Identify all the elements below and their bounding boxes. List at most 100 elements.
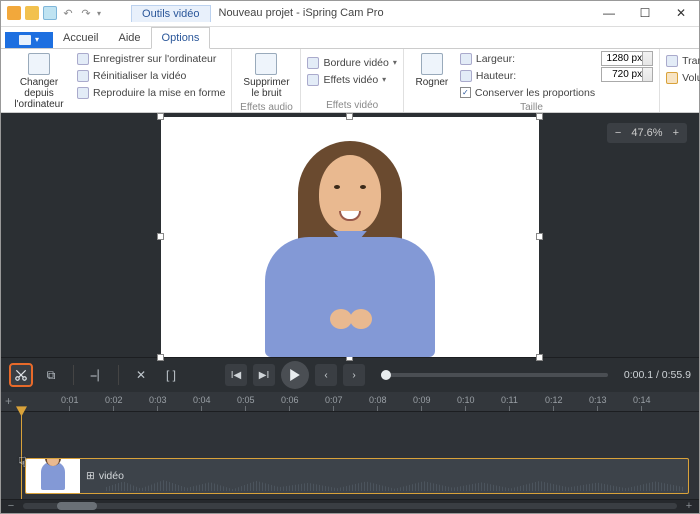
keep-ratio-label: Conserver les proportions: [475, 87, 595, 99]
ruler-tick: 0:13: [589, 395, 607, 405]
clip-label: vidéo: [99, 470, 124, 482]
ruler-tick: 0:11: [501, 395, 518, 405]
delete-tool-button[interactable]: ✕: [129, 363, 153, 387]
height-input[interactable]: 720 px: [601, 67, 653, 82]
copy-tool-button[interactable]: ⧉: [39, 363, 63, 387]
timeline-zoom-in[interactable]: +: [683, 500, 695, 512]
resize-handle[interactable]: [536, 113, 543, 120]
copy-format-button[interactable]: Reproduire la mise en forme: [77, 85, 225, 101]
time-ruler[interactable]: + 0:010:020:030:040:050:060:070:080:090:…: [1, 392, 699, 412]
clip-type-icon: ⊞: [86, 470, 95, 482]
crop-icon: [421, 53, 443, 75]
redo-icon[interactable]: ↷: [79, 6, 93, 20]
height-icon: [460, 70, 472, 82]
ruler-tick: 0:06: [281, 395, 299, 405]
play-button[interactable]: [281, 361, 309, 389]
keep-ratio-checkbox[interactable]: ✓: [460, 87, 471, 98]
change-from-computer-button[interactable]: Changer depuis l'ordinateur: [7, 51, 71, 112]
resize-handle[interactable]: [157, 113, 164, 120]
resize-handle[interactable]: [157, 233, 164, 240]
clip-thumbnail: [26, 459, 80, 493]
reset-icon: [77, 70, 89, 82]
qat-icon-3[interactable]: [43, 6, 57, 20]
replace-video-icon: [28, 53, 50, 75]
prev-frame-button[interactable]: I◀: [225, 364, 247, 386]
video-effects-button[interactable]: Effets vidéo▾: [307, 72, 396, 88]
maximize-button[interactable]: ☐: [627, 1, 663, 25]
width-input[interactable]: 1280 px: [601, 51, 653, 66]
ruler-tick: 0:01: [61, 395, 79, 405]
ruler-tick: 0:05: [237, 395, 255, 405]
ruler-tick: 0:02: [105, 395, 123, 405]
cut-tool-button[interactable]: [9, 363, 33, 387]
volume-icon: [666, 72, 678, 84]
time-display: 0:00.1 / 0:55.9: [624, 369, 691, 381]
split-tool-button[interactable]: [ ]: [159, 363, 183, 387]
resize-handle[interactable]: [536, 354, 543, 361]
close-button[interactable]: ✕: [663, 1, 699, 25]
ruler-tick: 0:08: [369, 395, 387, 405]
ribbon: Changer depuis l'ordinateur Enregistrer …: [1, 49, 699, 113]
video-border-button[interactable]: Bordure vidéo▾: [307, 55, 396, 71]
ruler-tick: 0:04: [193, 395, 211, 405]
quick-access-toolbar: ↶ ↷ ▾: [1, 6, 107, 20]
tab-help[interactable]: Aide: [108, 28, 150, 48]
tab-options[interactable]: Options: [151, 27, 211, 49]
qat-icon-1[interactable]: [7, 6, 21, 20]
video-canvas[interactable]: [161, 117, 539, 357]
add-track-button[interactable]: +: [5, 394, 12, 408]
save-to-computer-button[interactable]: Enregistrer sur l'ordinateur: [77, 51, 225, 67]
transparency-icon: [666, 55, 678, 67]
remove-noise-button[interactable]: Supprimer le bruit: [238, 51, 294, 101]
file-menu-button[interactable]: [5, 32, 53, 48]
transparency-label: Transparence:: [682, 55, 700, 67]
zoom-in-button[interactable]: +: [673, 127, 679, 139]
crop-button[interactable]: Rogner: [410, 51, 454, 90]
window-title: Nouveau projet - iSpring Cam Pro: [219, 7, 384, 19]
format-painter-icon: [77, 87, 89, 99]
zoom-value: 47.6%: [631, 127, 662, 139]
resize-handle[interactable]: [536, 233, 543, 240]
timeline-scroll[interactable]: [23, 503, 677, 509]
timeline-zoom-bar: − +: [1, 499, 699, 513]
volume-label: Volume: [682, 72, 700, 84]
zoom-out-button[interactable]: −: [615, 127, 621, 139]
playback-bar: ⧉ ⎯⎢ ✕ [ ] I◀ ▶I ‹ › 0:00.1 / 0:55.9: [1, 357, 699, 393]
resize-handle[interactable]: [157, 354, 164, 361]
title-bar: ↶ ↷ ▾ Outils vidéo Nouveau projet - iSpr…: [1, 1, 699, 27]
effects-icon: [307, 74, 319, 86]
trim-tool-button[interactable]: ⎯⎢: [84, 363, 108, 387]
ruler-tick: 0:12: [545, 395, 563, 405]
qat-icon-2[interactable]: [25, 6, 39, 20]
zoom-control: − 47.6% +: [607, 123, 687, 143]
timeline: + 0:010:020:030:040:050:060:070:080:090:…: [1, 392, 699, 513]
qat-dropdown-icon[interactable]: ▾: [97, 9, 101, 18]
ribbon-tabs: Accueil Aide Options: [1, 27, 699, 49]
video-presenter: [260, 137, 440, 357]
next-frame-button[interactable]: ▶I: [253, 364, 275, 386]
ruler-tick: 0:07: [325, 395, 343, 405]
reset-video-button[interactable]: Réinitialiser la vidéo: [77, 68, 225, 84]
video-clip[interactable]: ⊞ vidéo: [25, 458, 689, 494]
group-label-props: Propriétés: [666, 99, 700, 111]
minimize-button[interactable]: —: [591, 1, 627, 25]
group-label-veffects: Effets vidéo: [307, 99, 396, 111]
group-label-audio: Effets audio: [238, 101, 294, 113]
tracks-area[interactable]: ☟ ⊞ vidéo: [1, 412, 699, 499]
timeline-zoom-out[interactable]: −: [5, 500, 17, 512]
tab-home[interactable]: Accueil: [53, 28, 108, 48]
scrub-bar[interactable]: [381, 373, 608, 377]
ruler-tick: 0:03: [149, 395, 167, 405]
contextual-tab-label: Outils vidéo: [131, 5, 210, 22]
resize-handle[interactable]: [346, 113, 353, 120]
width-label: Largeur:: [476, 53, 515, 65]
preview-stage: − 47.6% +: [1, 113, 699, 357]
border-icon: [307, 57, 319, 69]
width-icon: [460, 53, 472, 65]
step-fwd-button[interactable]: ›: [343, 364, 365, 386]
undo-icon[interactable]: ↶: [61, 6, 75, 20]
cursor-icon: ☟: [18, 454, 27, 471]
group-label-size: Taille: [410, 101, 653, 113]
step-back-button[interactable]: ‹: [315, 364, 337, 386]
save-icon: [77, 53, 89, 65]
